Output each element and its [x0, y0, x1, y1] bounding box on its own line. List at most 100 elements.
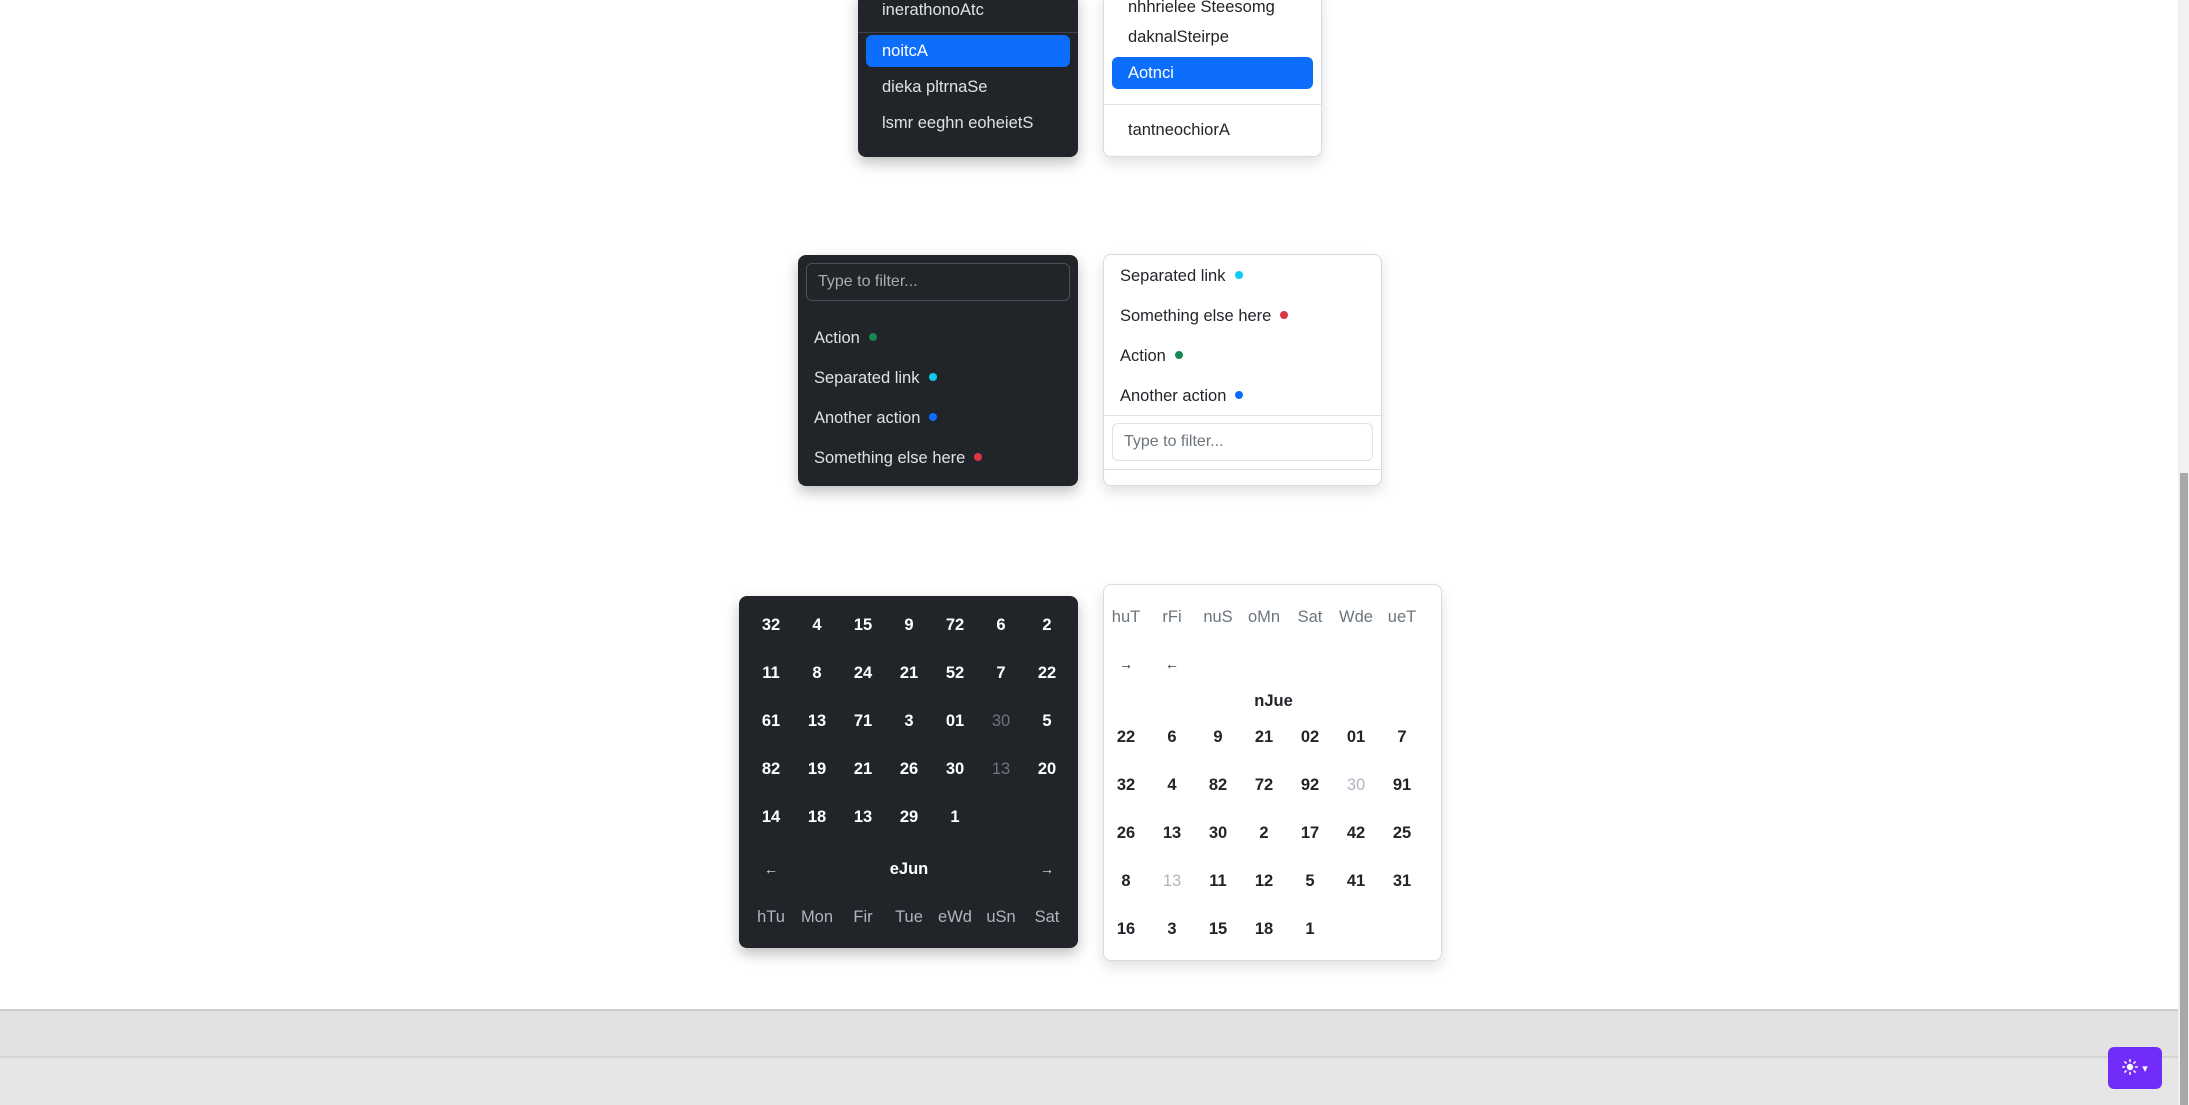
- calendar-day[interactable]: 5: [1024, 701, 1070, 741]
- calendar-day[interactable]: 42: [1333, 813, 1379, 853]
- calendar-day[interactable]: 18: [794, 797, 840, 837]
- theme-toggle-button[interactable]: ▾: [2108, 1047, 2162, 1089]
- calendar-day[interactable]: 21: [840, 749, 886, 789]
- month-title: nJue: [1254, 692, 1293, 710]
- calendar-day[interactable]: 91: [1379, 765, 1425, 805]
- calendar-day[interactable]: 30: [932, 749, 978, 789]
- calendar-day[interactable]: 13: [840, 797, 886, 837]
- menu-item-top[interactable]: nhhrielee Steesomg: [1112, 0, 1313, 23]
- calendar-day[interactable]: 2: [1241, 813, 1287, 853]
- calendar-day[interactable]: 32: [1103, 765, 1149, 805]
- calendar-day[interactable]: 32: [748, 605, 794, 645]
- calendar-day[interactable]: 20: [1024, 749, 1070, 789]
- calendar-day[interactable]: 15: [1195, 909, 1241, 949]
- calendar-day[interactable]: 7: [1379, 717, 1425, 757]
- calendar-day[interactable]: 22: [1024, 653, 1070, 693]
- calendar-day[interactable]: 29: [886, 797, 932, 837]
- page-scrollbar-thumb[interactable]: [2180, 473, 2188, 1105]
- calendar-day[interactable]: 52: [932, 653, 978, 693]
- calendar-day[interactable]: 14: [748, 797, 794, 837]
- calendar-day[interactable]: 19: [794, 749, 840, 789]
- filter-item-action[interactable]: Action: [1120, 340, 1183, 372]
- calendar-day[interactable]: 13: [978, 749, 1024, 789]
- filter-item-something-else[interactable]: Something else here: [1120, 300, 1289, 332]
- calendar-day[interactable]: 21: [1241, 717, 1287, 757]
- calendar-day[interactable]: 24: [840, 653, 886, 693]
- weekday-label: rFi: [1162, 608, 1182, 626]
- filter-item-separated-link[interactable]: Separated link: [1120, 260, 1243, 292]
- calendar-day[interactable]: 1: [932, 797, 978, 837]
- filter-item-action[interactable]: Action: [814, 322, 877, 354]
- calendar-day[interactable]: 72: [1241, 765, 1287, 805]
- calendar-day[interactable]: 16: [1103, 909, 1149, 949]
- calendar-day[interactable]: 7: [978, 653, 1024, 693]
- filter-item-something-else[interactable]: Something else here: [814, 442, 983, 474]
- filter-item-another-action[interactable]: Another action: [814, 402, 938, 434]
- calendar-day[interactable]: 11: [1195, 861, 1241, 901]
- weekday-label: nuS: [1203, 608, 1233, 626]
- calendar-day[interactable]: 71: [840, 701, 886, 741]
- calendar-day[interactable]: 9: [1195, 717, 1241, 757]
- menu-item[interactable]: dieka pltrnaSe: [866, 71, 1070, 103]
- calendar-day[interactable]: 3: [1149, 909, 1195, 949]
- calendar-day[interactable]: 31: [1379, 861, 1425, 901]
- calendar-day[interactable]: 1: [1287, 909, 1333, 949]
- calendar-day[interactable]: 11: [748, 653, 794, 693]
- calendar-day[interactable]: 72: [932, 605, 978, 645]
- calendar-day[interactable]: 4: [794, 605, 840, 645]
- calendar-day[interactable]: 17: [1287, 813, 1333, 853]
- calendar-day[interactable]: 26: [886, 749, 932, 789]
- calendar-day[interactable]: 13: [1149, 813, 1195, 853]
- calendar-day[interactable]: 5: [1287, 861, 1333, 901]
- calendar-day[interactable]: 4: [1149, 765, 1195, 805]
- calendar-day[interactable]: 8: [1103, 861, 1149, 901]
- prev-month-arrow[interactable]: ←: [748, 853, 794, 885]
- calendar-day[interactable]: 25: [1379, 813, 1425, 853]
- calendar-day[interactable]: 41: [1333, 861, 1379, 901]
- calendar-day[interactable]: 30: [978, 701, 1024, 741]
- calendar-day[interactable]: 15: [840, 605, 886, 645]
- calendar-day[interactable]: 02: [1287, 717, 1333, 757]
- calendar-day[interactable]: 01: [1333, 717, 1379, 757]
- next-month-arrow[interactable]: →: [1103, 648, 1149, 680]
- weekday-label: uSn: [986, 908, 1016, 926]
- calendar-day[interactable]: 13: [794, 701, 840, 741]
- menu-item-active[interactable]: Aotnci: [1112, 57, 1313, 89]
- calendar-day[interactable]: 26: [1103, 813, 1149, 853]
- calendar-day[interactable]: 30: [1195, 813, 1241, 853]
- dropdown-menu-light-1: nhhrielee Steesomg daknalSteirpe Aotnci …: [1103, 0, 1322, 157]
- prev-month-arrow[interactable]: ←: [1149, 648, 1195, 680]
- calendar-day[interactable]: 92: [1287, 765, 1333, 805]
- menu-item[interactable]: tantneochiorA: [1112, 114, 1313, 146]
- calendar-day[interactable]: 82: [1195, 765, 1241, 805]
- filter-input[interactable]: [806, 263, 1070, 301]
- menu-item[interactable]: daknalSteirpe: [1112, 21, 1313, 53]
- calendar-day[interactable]: 18: [1241, 909, 1287, 949]
- calendar-day[interactable]: 2: [1024, 605, 1070, 645]
- calendar-day[interactable]: 61: [748, 701, 794, 741]
- dropdown-menu-dark-1: inerathonoAtc noitcA dieka pltrnaSe lsmr…: [858, 0, 1078, 157]
- calendar-day[interactable]: 6: [978, 605, 1024, 645]
- calendar-day[interactable]: 21: [886, 653, 932, 693]
- menu-item[interactable]: lsmr eeghn eoheietS: [866, 107, 1070, 139]
- calendar-day[interactable]: 30: [1333, 765, 1379, 805]
- calendar-day[interactable]: 13: [1149, 861, 1195, 901]
- calendar-day[interactable]: 22: [1103, 717, 1149, 757]
- filter-item-separated-link[interactable]: Separated link: [814, 362, 937, 394]
- footer-band-top: [0, 1009, 2178, 1056]
- weekday-label: Mon: [800, 908, 834, 926]
- filter-item-another-action[interactable]: Another action: [1120, 380, 1244, 412]
- next-month-arrow[interactable]: →: [1024, 853, 1070, 885]
- filter-item-label: Action: [814, 329, 860, 347]
- menu-item-top[interactable]: inerathonoAtc: [866, 0, 1070, 26]
- filter-dropdown-dark: Action Separated link Another action Som…: [798, 255, 1078, 486]
- calendar-day[interactable]: 12: [1241, 861, 1287, 901]
- calendar-day[interactable]: 6: [1149, 717, 1195, 757]
- calendar-day[interactable]: 01: [932, 701, 978, 741]
- calendar-day[interactable]: 8: [794, 653, 840, 693]
- calendar-day[interactable]: 9: [886, 605, 932, 645]
- filter-input[interactable]: [1112, 423, 1373, 461]
- menu-item-active[interactable]: noitcA: [866, 35, 1070, 67]
- calendar-day[interactable]: 3: [886, 701, 932, 741]
- calendar-day[interactable]: 82: [748, 749, 794, 789]
